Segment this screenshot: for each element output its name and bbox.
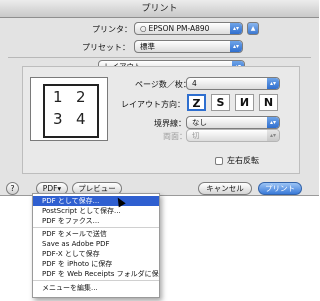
direction-n-button[interactable]: N xyxy=(259,94,278,111)
separator xyxy=(8,57,311,58)
menu-item-mail-pdf[interactable]: PDF をメールで送信 xyxy=(33,229,159,239)
chevron-updown-icon: ▴▾ xyxy=(267,130,279,141)
triangle-up-icon: ▲ xyxy=(250,25,256,32)
print-button[interactable]: プリント xyxy=(258,182,302,195)
preset-value: 標準 xyxy=(140,42,155,51)
preview-page-2: 2 xyxy=(76,88,86,106)
preview-sheet: 1 2 3 4 xyxy=(43,84,99,138)
menu-separator xyxy=(33,280,159,281)
preview-page-1: 1 xyxy=(53,88,63,106)
layout-preview: 1 2 3 4 xyxy=(30,77,108,141)
preview-page-4: 4 xyxy=(76,110,86,128)
window-title: プリント xyxy=(0,0,319,18)
menu-item-save-to-iphoto[interactable]: PDF を iPhoto に保存 xyxy=(33,259,159,269)
menu-item-save-as-postscript[interactable]: PostScript として保存... xyxy=(33,206,159,216)
printer-select[interactable]: ○ EPSON PM-A890 ▴▾ xyxy=(134,22,243,35)
menu-item-save-adobe-pdf[interactable]: Save as Adobe PDF xyxy=(33,239,159,249)
pages-per-sheet-select[interactable]: 4 ▴▾ xyxy=(186,77,280,90)
disclosure-button[interactable]: ▲ xyxy=(247,22,259,35)
chevron-updown-icon: ▴▾ xyxy=(230,23,242,34)
two-sided-label: 両面： xyxy=(163,132,187,141)
chevron-updown-icon: ▴▾ xyxy=(230,41,242,52)
two-sided-select[interactable]: 切 ▴▾ xyxy=(186,129,280,142)
chevron-updown-icon: ▴▾ xyxy=(267,117,279,128)
printer-status-icon: ○ xyxy=(140,24,147,33)
menu-separator xyxy=(33,227,159,228)
direction-n-reverse-button[interactable]: И xyxy=(235,94,254,111)
menu-item-edit-menu[interactable]: メニューを編集... xyxy=(33,283,159,293)
direction-z-button[interactable]: Z xyxy=(187,94,206,111)
border-select[interactable]: なし ▴▾ xyxy=(186,116,280,129)
border-value: なし xyxy=(192,118,207,127)
two-sided-value: 切 xyxy=(192,131,200,140)
menu-item-save-web-receipts[interactable]: PDF を Web Receipts フォルダに保存 xyxy=(33,269,159,279)
cancel-button[interactable]: キャンセル xyxy=(198,182,252,195)
help-button[interactable]: ? xyxy=(6,182,19,195)
preview-page-3: 3 xyxy=(53,110,63,128)
pages-per-sheet-value: 4 xyxy=(192,79,197,88)
print-dialog: プリント プリンタ： ○ EPSON PM-A890 ▴▾ ▲ プリセット： 標準… xyxy=(0,0,319,196)
chevron-updown-icon: ▴▾ xyxy=(267,78,279,89)
flip-checkbox[interactable] xyxy=(215,157,223,165)
border-label: 境界線： xyxy=(154,119,186,128)
menu-item-save-as-pdf[interactable]: PDF として保存... xyxy=(33,196,159,206)
layout-direction-label: レイアウト方向： xyxy=(121,100,185,109)
menu-item-fax-pdf[interactable]: PDF をファクス... xyxy=(33,216,159,226)
flip-label: 左右反転 xyxy=(227,156,259,165)
pdf-menu: PDF として保存... PostScript として保存... PDF をファ… xyxy=(32,193,160,298)
pages-per-sheet-label: ページ数／枚： xyxy=(135,80,191,89)
printer-label: プリンタ： xyxy=(92,25,132,34)
direction-s-button[interactable]: S xyxy=(211,94,230,111)
printer-value: EPSON PM-A890 xyxy=(148,24,210,33)
preset-select[interactable]: 標準 ▴▾ xyxy=(134,40,243,53)
preset-label: プリセット： xyxy=(82,43,130,52)
menu-item-save-pdfx[interactable]: PDF-X として保存 xyxy=(33,249,159,259)
